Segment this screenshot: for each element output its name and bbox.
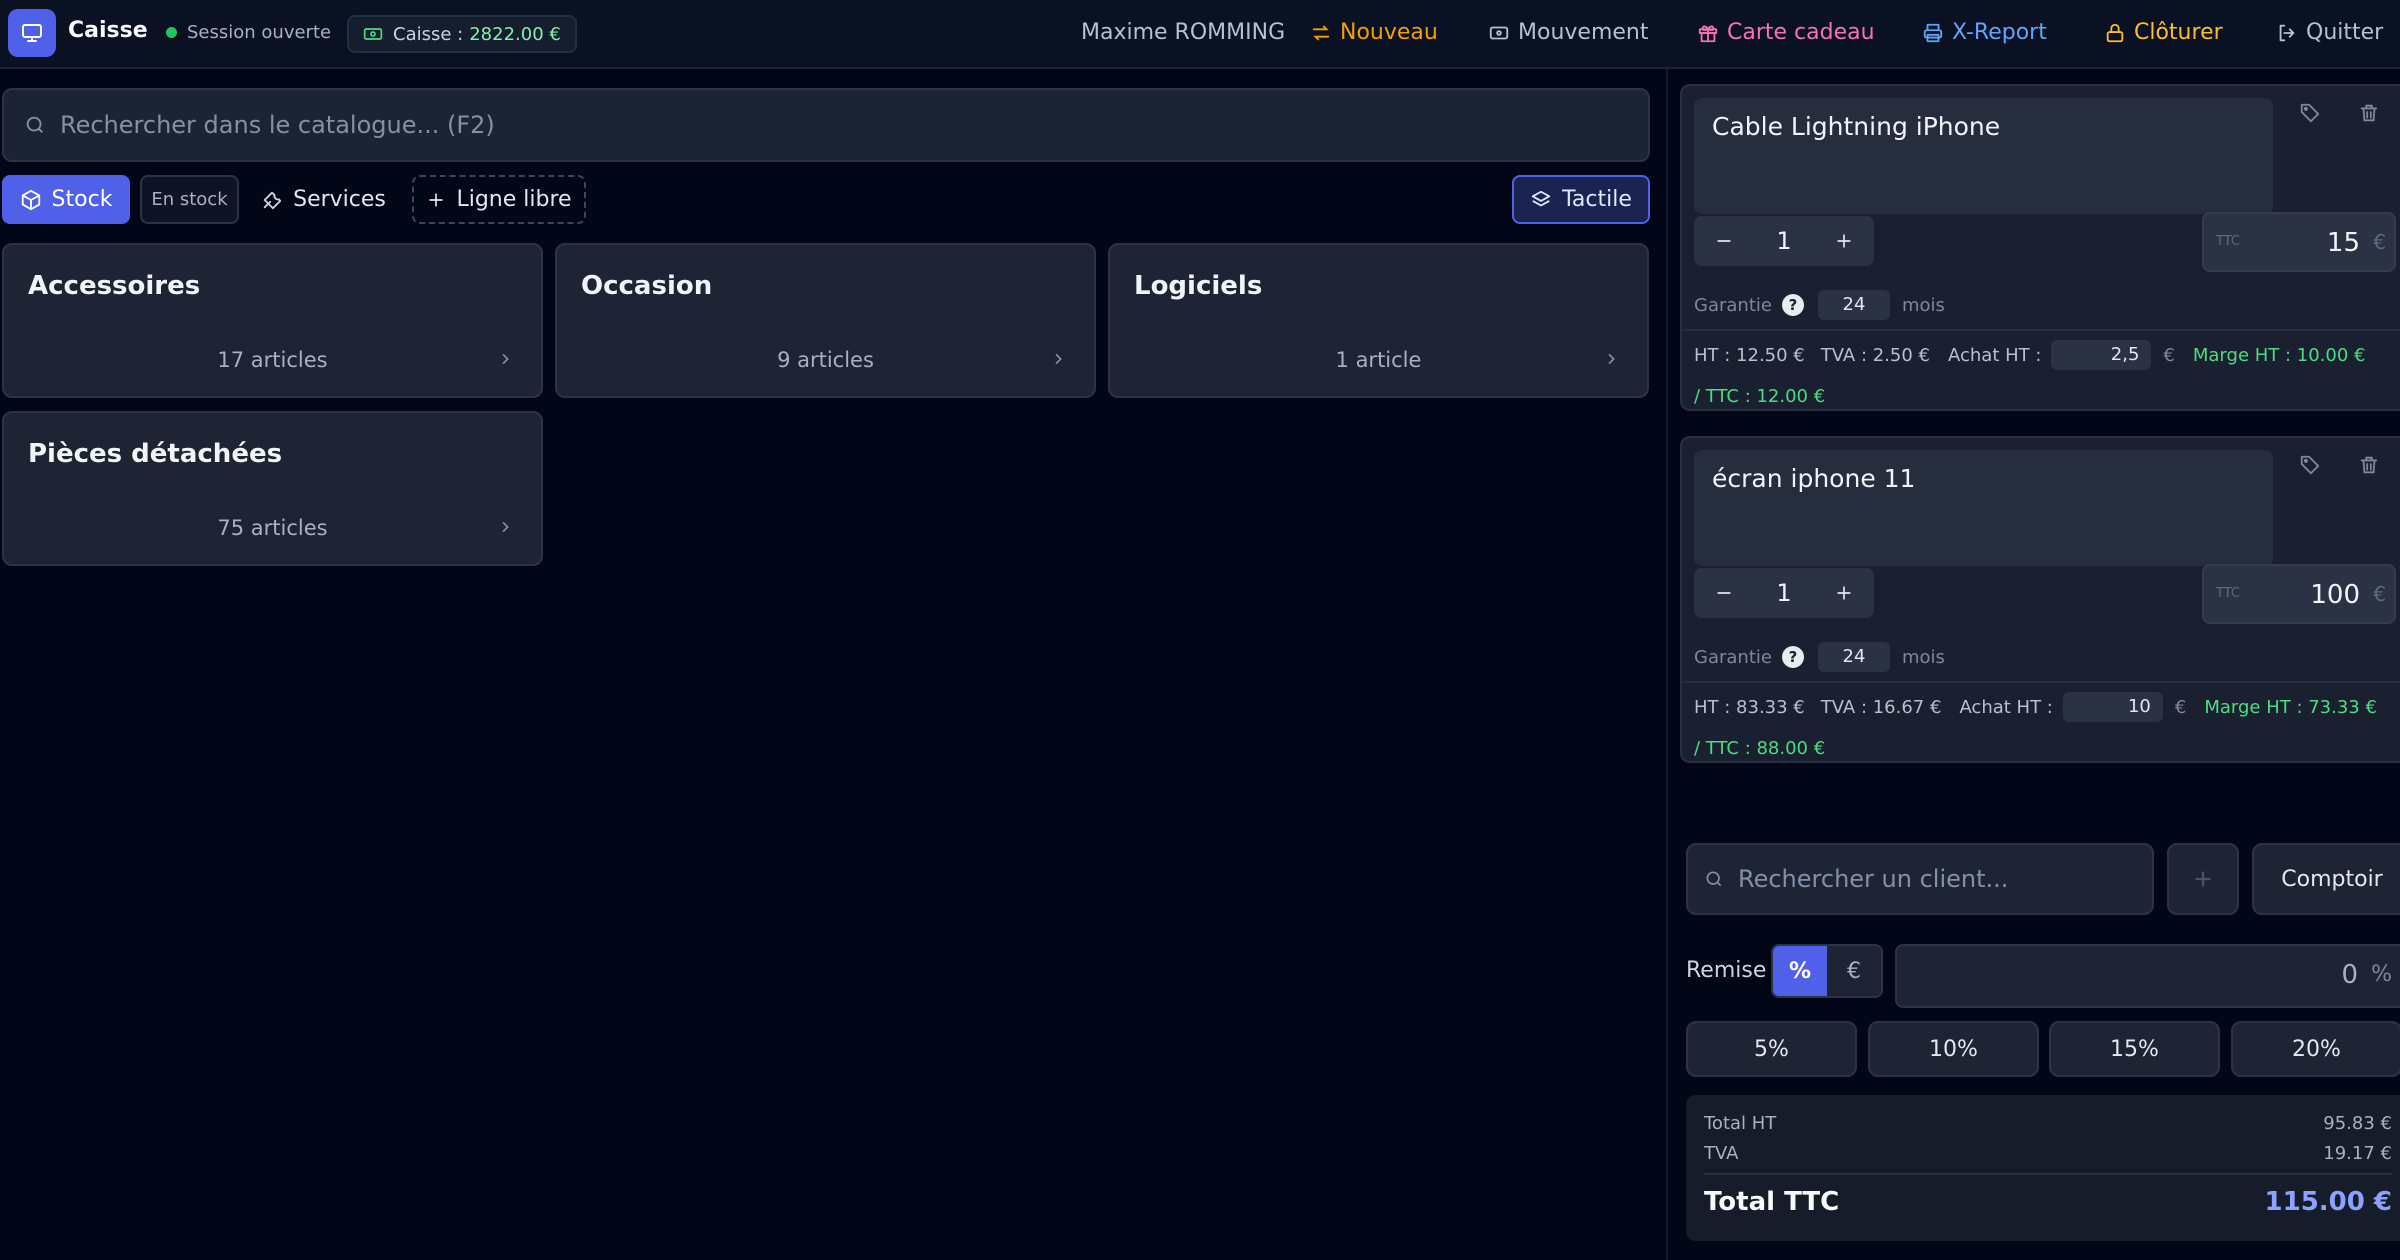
quantity-value[interactable]: 1 [1754,579,1814,607]
stock-button[interactable]: Stock [2,175,130,224]
nav-quitter[interactable]: Quitter [2276,20,2383,45]
chevron-right-icon [1603,351,1619,367]
ligne-libre-button[interactable]: Ligne libre [412,175,586,224]
minus-icon[interactable] [1694,583,1754,603]
remise-input[interactable]: 0 % [1895,944,2400,1008]
garantie-input[interactable]: 24 [1817,642,1890,672]
logout-icon [2276,22,2298,44]
catalog-search[interactable] [2,88,1650,162]
cash-icon [363,24,383,44]
marge-ttc: / TTC : 12.00 € [1694,386,1826,407]
cart-item-name[interactable]: écran iphone 11 [1694,450,2273,566]
nav-x-report[interactable]: X-Report [1922,20,2047,45]
garantie-row: Garantie ? 24 mois [1694,642,1945,672]
remise-10-button[interactable]: 10% [1868,1021,2039,1077]
nav-cloturer[interactable]: Clôturer [2104,20,2223,45]
catalog-search-input[interactable] [60,111,1560,139]
en-stock-toggle[interactable]: En stock [140,175,239,224]
help-icon[interactable]: ? [1781,646,1804,668]
session-label: Session ouverte [187,22,332,43]
remise-euro-button[interactable]: € [1827,946,1881,996]
tva-row: TVA 19.17 € [1704,1143,2392,1164]
achat-ht-input[interactable]: 10 [2062,692,2163,722]
divider [1682,681,2400,683]
help-icon[interactable]: ? [1781,294,1804,316]
marge-ttc: / TTC : 88.00 € [1694,738,1826,759]
client-search-input[interactable] [1738,865,2138,893]
total-ttc-row: Total TTC 115.00 € [1704,1187,2392,1217]
total-ht-row: Total HT 95.83 € [1704,1113,2392,1134]
nav-nouveau[interactable]: Nouveau [1310,20,1438,45]
category-card-occasion[interactable]: Occasion 9 articles [555,243,1096,398]
category-card-logiciels[interactable]: Logiciels 1 article [1108,243,1649,398]
plus-icon[interactable] [1814,583,1874,603]
trash-icon[interactable] [2358,102,2380,124]
price-input[interactable]: TTC 100 € [2202,564,2396,624]
trash-icon[interactable] [2358,454,2380,476]
register-amount: 2822.00 € [469,23,561,45]
quantity-stepper: 1 [1694,216,1874,266]
services-button[interactable]: Services [251,175,396,224]
divider [1682,329,2400,331]
chevron-right-icon [497,519,513,535]
price-input[interactable]: TTC 15 € [2202,212,2396,272]
totals-panel: Total HT 95.83 € TVA 19.17 € Total TTC 1… [1686,1095,2400,1241]
layers-icon [1530,189,1552,211]
cart-item: Cable Lightning iPhone 1 TTC 15 € Garant… [1680,84,2400,411]
nav-mouvement[interactable]: Mouvement [1488,20,1648,45]
garantie-row: Garantie ? 24 mois [1694,290,1945,320]
category-card-accessoires[interactable]: Accessoires 17 articles [2,243,543,398]
app-title: Caisse [68,18,148,43]
client-search[interactable] [1686,843,2154,915]
swap-arrows-icon [1310,22,1332,44]
register-label: Caisse : [393,23,464,45]
tag-icon[interactable] [2299,454,2321,476]
plus-icon [426,190,446,210]
banknote-icon [1488,22,1510,44]
add-client-button[interactable] [2167,843,2239,915]
user-name: Maxime ROMMING [1081,20,1286,45]
cart-item: écran iphone 11 1 TTC 100 € Garantie ? 2… [1680,436,2400,763]
item-metrics: HT : 83.33 € TVA : 16.67 € Achat HT : 10… [1694,692,2377,722]
minus-icon[interactable] [1694,231,1754,251]
wrench-icon [261,189,283,211]
tactile-button[interactable]: Tactile [1512,175,1650,224]
box-icon [20,189,42,211]
session-status: Session ouverte [166,22,331,43]
tag-icon[interactable] [2299,102,2321,124]
remise-label: Remise [1686,958,1767,983]
lock-icon [2104,22,2126,44]
category-card-pieces-detachees[interactable]: Pièces détachées 75 articles [2,411,543,566]
quantity-value[interactable]: 1 [1754,227,1814,255]
panel-divider [1666,69,1668,1260]
achat-ht-input[interactable]: 2,5 [2051,340,2152,370]
divider [1704,1173,2392,1175]
printer-icon [1922,22,1944,44]
nav-carte-cadeau[interactable]: Carte cadeau [1697,20,1875,45]
remise-mode-toggle: % € [1771,944,1883,998]
chevron-right-icon [1050,351,1066,367]
chevron-right-icon [497,351,513,367]
quantity-stepper: 1 [1694,568,1874,618]
plus-icon[interactable] [1814,231,1874,251]
status-dot-icon [166,27,177,38]
cart-item-name[interactable]: Cable Lightning iPhone [1694,98,2273,214]
comptoir-button[interactable]: Comptoir [2252,843,2400,915]
item-metrics: HT : 12.50 € TVA : 2.50 € Achat HT : 2,5… [1694,340,2365,370]
remise-20-button[interactable]: 20% [2231,1021,2400,1077]
monitor-icon [8,9,56,57]
register-balance: Caisse : 2822.00 € [347,15,577,53]
remise-15-button[interactable]: 15% [2049,1021,2220,1077]
search-icon [1704,869,1724,889]
garantie-input[interactable]: 24 [1817,290,1890,320]
search-icon [24,114,46,136]
plus-icon [2192,868,2214,890]
remise-5-button[interactable]: 5% [1686,1021,1857,1077]
top-bar: Caisse Session ouverte Caisse : 2822.00 … [0,0,2400,69]
gift-icon [1697,22,1719,44]
remise-percent-button[interactable]: % [1773,946,1827,996]
